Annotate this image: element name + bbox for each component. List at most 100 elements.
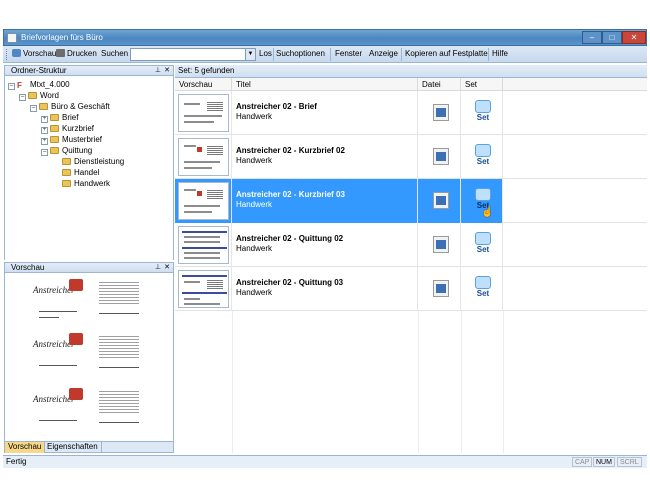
preview-button[interactable]: Vorschau (12, 49, 56, 58)
set-icon[interactable]: Set (472, 100, 494, 126)
root-icon: F (17, 81, 22, 90)
collapse-icon[interactable]: – (19, 94, 26, 101)
collapse-icon[interactable]: – (8, 83, 15, 90)
window-menu[interactable]: Fenster (335, 49, 362, 58)
close-button[interactable]: ✕ (622, 31, 646, 44)
table-row-selected[interactable]: Anstreicher 02 - Kurzbrief 03 Handwerk S… (175, 179, 647, 223)
go-button[interactable]: Los (259, 49, 272, 58)
word-document-icon[interactable] (433, 148, 449, 165)
tree-item-kurzbrief[interactable]: + Kurzbrief (41, 124, 94, 134)
table-row[interactable]: Anstreicher 02 - Kurzbrief 02 Handwerk S… (175, 135, 647, 179)
row-title: Anstreicher 02 - Brief (236, 102, 317, 111)
expand-icon[interactable]: + (41, 138, 48, 145)
search-label: Suchen (101, 49, 129, 58)
folder-icon (62, 158, 71, 165)
word-document-icon[interactable] (433, 192, 449, 209)
toolbar-grip[interactable] (6, 49, 9, 60)
tree-item-handel[interactable]: Handel (62, 168, 99, 178)
set-icon[interactable]: Set (472, 276, 494, 302)
folder-icon (62, 169, 71, 176)
tree-item-quittung[interactable]: – Quittung (41, 146, 92, 156)
window-title: Briefvorlagen fürs Büro (21, 33, 103, 42)
row-category: Handwerk (236, 288, 273, 297)
pin-icon[interactable]: ⊥ (155, 263, 161, 272)
folder-panel-header: Ordner-Struktur ⊥ ✕ (4, 65, 174, 76)
status-text: Fertig (6, 457, 27, 466)
preview-rule (39, 311, 77, 312)
column-header-file[interactable]: Datei (418, 78, 461, 91)
expand-icon[interactable]: + (41, 127, 48, 134)
tab-preview[interactable]: Vorschau (5, 442, 46, 453)
preview-pane: Anstreicher Anstreicher Anstreicher (4, 273, 174, 441)
app-icon (7, 33, 17, 43)
tree-item-word[interactable]: – Word (19, 91, 59, 101)
row-title: Anstreicher 02 - Kurzbrief 03 (236, 190, 345, 199)
tree-item-musterbrief[interactable]: + Musterbrief (41, 135, 102, 145)
column-header-title[interactable]: Titel (232, 78, 418, 91)
preview-text-block (99, 281, 139, 305)
preview-text-block (99, 335, 139, 359)
folder-icon (62, 180, 71, 187)
expand-icon[interactable]: + (41, 116, 48, 123)
toolbar-separator (330, 48, 331, 61)
thumbnail-cell (175, 223, 232, 267)
collapse-icon[interactable]: – (30, 105, 37, 112)
set-icon[interactable]: Set (472, 232, 494, 258)
search-input[interactable]: ▼ (130, 48, 256, 61)
tree-item-buero-geschaeft[interactable]: – Büro & Geschäft (30, 102, 110, 112)
folder-icon (28, 92, 37, 99)
folder-panel-title: Ordner-Struktur (11, 66, 67, 75)
copy-to-disk-button[interactable]: Kopieren auf Festplatte (405, 49, 488, 58)
tree-item-brief[interactable]: + Brief (41, 113, 78, 123)
minimize-button[interactable]: – (582, 31, 602, 44)
print-button[interactable]: Drucken (56, 49, 97, 58)
word-document-icon[interactable] (433, 280, 449, 297)
table-row[interactable]: Anstreicher 02 - Brief Handwerk Set (175, 91, 647, 135)
preview-page: Anstreicher (11, 277, 171, 327)
folder-icon (50, 136, 59, 143)
tree-item-handwerk[interactable]: Handwerk (62, 179, 110, 189)
column-header-preview[interactable]: Vorschau (175, 78, 232, 91)
preview-rule (39, 420, 77, 421)
row-title: Anstreicher 02 - Quittung 02 (236, 234, 344, 243)
preview-icon (12, 49, 21, 57)
column-header-set[interactable]: Set (461, 78, 503, 91)
folder-icon (50, 125, 59, 132)
window-titlebar[interactable]: Briefvorlagen fürs Büro – □ ✕ (3, 29, 647, 46)
document-thumbnail (178, 94, 229, 132)
word-document-icon[interactable] (433, 104, 449, 121)
thumbnail-cell (175, 179, 232, 223)
folder-icon (50, 147, 59, 154)
painter-logo-icon (69, 279, 83, 291)
preview-rule (99, 367, 139, 368)
thumbnail-cell (175, 267, 232, 311)
search-options-button[interactable]: Suchoptionen (276, 49, 325, 58)
maximize-button[interactable]: □ (602, 31, 622, 44)
preview-rule (39, 365, 77, 366)
help-menu[interactable]: Hilfe (492, 49, 508, 58)
collapse-icon[interactable]: – (41, 149, 48, 156)
chevron-down-icon[interactable]: ▼ (245, 49, 255, 60)
set-icon[interactable]: Set (472, 144, 494, 170)
table-row[interactable]: Anstreicher 02 - Quittung 03 Handwerk Se… (175, 267, 647, 311)
document-thumbnail (178, 226, 229, 264)
row-category: Handwerk (236, 244, 273, 253)
preview-panel-header: Vorschau ⊥ ✕ (4, 262, 174, 273)
document-thumbnail (178, 270, 229, 308)
close-icon[interactable]: ✕ (164, 66, 170, 75)
tree-item-root[interactable]: – F Mtxt_4.000 (8, 80, 70, 90)
document-thumbnail (178, 138, 229, 176)
empty-list-area[interactable] (175, 311, 647, 453)
pin-icon[interactable]: ⊥ (155, 66, 161, 75)
row-title: Anstreicher 02 - Quittung 03 (236, 278, 344, 287)
row-category: Handwerk (236, 200, 273, 209)
tree-item-dienstleistung[interactable]: Dienstleistung (62, 157, 124, 167)
table-row[interactable]: Anstreicher 02 - Quittung 02 Handwerk Se… (175, 223, 647, 267)
toolbar-separator (273, 48, 274, 61)
word-document-icon[interactable] (433, 236, 449, 253)
hand-cursor-icon: ☝ (481, 207, 494, 218)
painter-logo-icon (69, 388, 83, 400)
close-icon[interactable]: ✕ (164, 263, 170, 272)
view-menu[interactable]: Anzeige (369, 49, 398, 58)
tab-properties[interactable]: Eigenschaften (44, 442, 102, 453)
